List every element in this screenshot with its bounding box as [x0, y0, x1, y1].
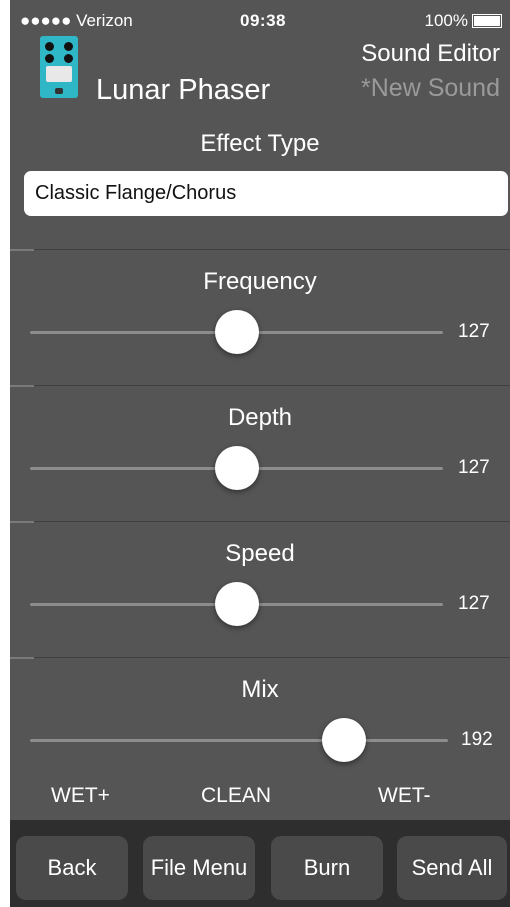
clock: 09:38	[240, 11, 286, 30]
status-bar: ●●●●● Verizon 09:38 100%	[10, 0, 510, 40]
battery-status: 100%	[425, 11, 502, 31]
depth-thumb[interactable]	[214, 446, 259, 490]
carrier-label: ●●●●● Verizon	[20, 11, 133, 30]
send-all-button[interactable]: Send All	[397, 836, 507, 900]
depth-label: Depth	[227, 404, 293, 431]
mix-thumb[interactable]	[321, 718, 366, 762]
mix-track[interactable]	[30, 739, 448, 742]
mix-wet-plus-label: WET+	[51, 784, 110, 807]
speed-thumb[interactable]	[214, 582, 259, 626]
pedal-icon	[40, 36, 78, 98]
mix-clean-label: CLEAN	[201, 784, 272, 807]
mix-wet-minus-label: WET-	[378, 784, 431, 807]
speed-value: 127	[458, 593, 490, 614]
speed-label: Speed	[225, 540, 295, 567]
mix-value: 192	[461, 729, 493, 750]
mix-slider: Mix 192	[10, 657, 510, 794]
sound-name: *New Sound	[361, 74, 500, 102]
effect-type-label: Effect Type	[200, 130, 320, 157]
mix-label: Mix	[241, 676, 279, 703]
back-button[interactable]: Back	[16, 836, 128, 900]
header-info: Sound Editor *New Sound	[361, 40, 500, 103]
effect-type-field[interactable]: Classic Flange/Chorus	[24, 171, 508, 216]
depth-value: 127	[458, 457, 490, 478]
frequency-value: 127	[458, 321, 490, 342]
frequency-slider: Frequency 127	[10, 249, 510, 386]
frequency-thumb[interactable]	[214, 310, 259, 354]
speed-slider: Speed 127	[10, 521, 510, 658]
bottom-toolbar: Back File Menu Burn Send All	[10, 820, 510, 907]
depth-slider: Depth 127	[10, 385, 510, 522]
app-title: Lunar Phaser	[96, 74, 271, 106]
frequency-label: Frequency	[203, 268, 317, 295]
app-screen: ●●●●● Verizon 09:38 100% Lunar Phaser So…	[10, 0, 510, 907]
battery-percent: 100%	[424, 11, 468, 30]
battery-icon	[472, 14, 502, 28]
burn-button[interactable]: Burn	[271, 836, 383, 900]
editor-label: Sound Editor	[361, 40, 500, 67]
file-menu-button[interactable]: File Menu	[143, 836, 255, 900]
